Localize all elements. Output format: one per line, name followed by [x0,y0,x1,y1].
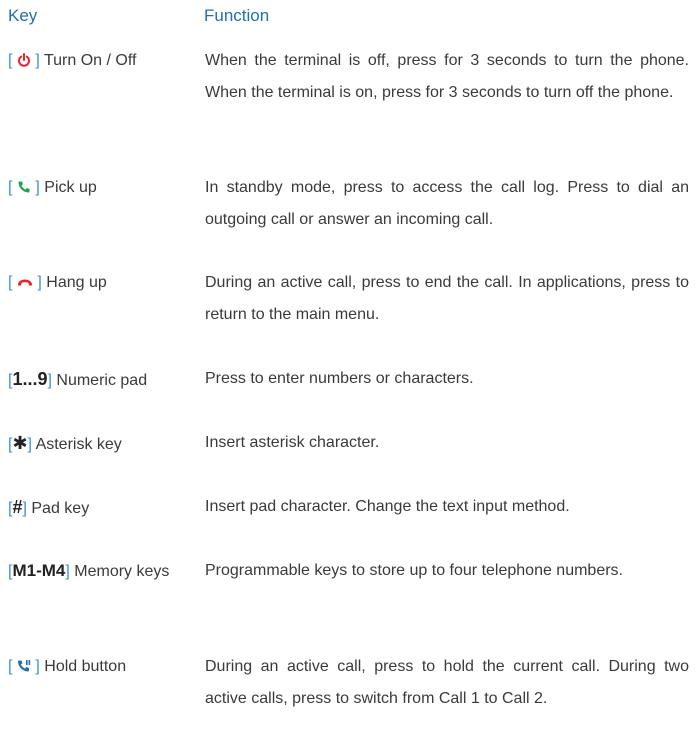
function-text: Press to enter numbers or characters. [205,370,474,387]
bracket-open: [ [8,274,13,291]
key-cell: [ ] Turn On / Off [8,45,204,77]
function-text: During an active call, press to end the … [205,274,689,323]
key-cell: [1...9] Numeric pad [8,363,204,397]
key-symbol: M1-M4 [12,561,66,580]
key-label: Numeric pad [56,372,148,389]
bracket-close: ] [47,372,52,389]
key-symbol: 1...9 [12,369,48,389]
key-cell: [✱] Asterisk key [8,427,204,461]
bracket-open: [ [8,179,13,196]
header-key: Key [8,6,38,25]
key-label: Asterisk key [35,436,122,453]
function-text: When the terminal is off, press for 3 se… [205,52,689,101]
key-cell: [#] Pad key [8,491,204,525]
function-text: During an active call, press to hold the… [205,658,689,707]
bracket-close: ] [37,274,42,291]
function-text: Insert pad character. Change the text in… [205,498,570,515]
bracket-close: ] [35,52,40,69]
function-text: Insert asterisk character. [205,434,380,451]
key-label: Memory keys [74,563,170,580]
bracket-close: ] [22,500,27,517]
key-label: Pad key [31,500,90,517]
hash-icon: # [12,497,23,517]
key-cell: [ ] Hang up [8,267,204,299]
key-cell: [M1-M4] Memory keys [8,555,196,588]
key-cell: [ ] Pick up [8,172,204,204]
function-text: In standby mode, press to access the cal… [205,179,689,228]
bracket-close: ] [35,658,40,675]
key-label: Hang up [46,274,107,291]
key-label: Turn On / Off [43,52,137,69]
key-label: Pick up [44,179,97,196]
header-function: Function [204,6,270,25]
power-icon [17,53,31,67]
phone-hangup-icon [17,275,33,289]
key-label: Hold button [44,658,127,675]
asterisk-icon: ✱ [12,433,28,453]
bracket-open: [ [8,658,13,675]
bracket-close: ] [35,179,40,196]
bracket-close: ] [27,436,32,453]
phone-pickup-icon [17,180,31,194]
hold-icon [17,659,31,673]
function-text: Programmable keys to store up to four te… [205,562,623,579]
key-cell: [ ] Hold button [8,651,204,683]
table-header: Key Function [8,6,688,30]
bracket-close: ] [65,563,70,580]
bracket-open: [ [8,52,13,69]
